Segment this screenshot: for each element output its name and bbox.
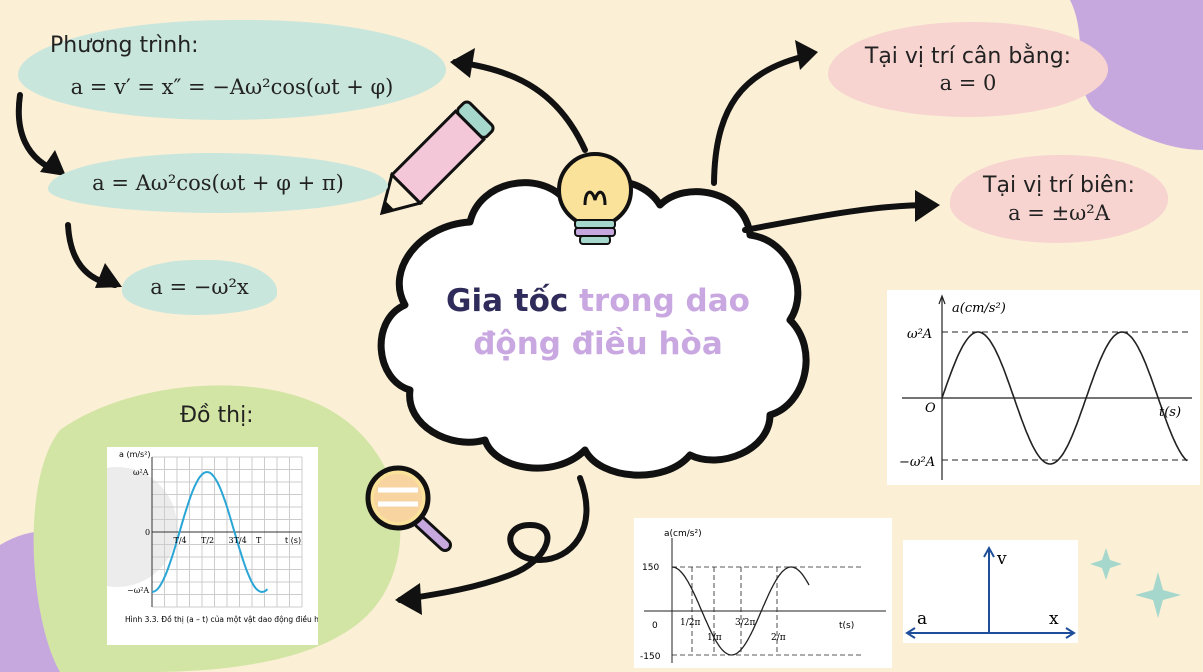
graph-label: Đồ thị: bbox=[180, 403, 254, 428]
chart-textbook: a (m/s²) t (s) ω²A 0 −ω²A T/4 T/2 3T/4 T Hì… bbox=[107, 447, 318, 645]
vector-v-label: v bbox=[996, 549, 1007, 569]
extreme-label: Tại vị trí biên: bbox=[983, 173, 1135, 199]
c2-ytick-bot: −ω²A bbox=[899, 455, 935, 470]
c1-ylabel: a (m/s²) bbox=[119, 450, 151, 459]
chart-sine-svg: a(cm/s²) t(s) ω²A O −ω²A bbox=[899, 294, 1192, 480]
vector-x-label: x bbox=[1049, 609, 1059, 629]
c3-ytick-mid: 0 bbox=[652, 621, 658, 631]
c1-xtick: 3T/4 bbox=[229, 536, 247, 545]
c1-xtick: T bbox=[256, 536, 262, 545]
equation-3: a = −ω²x bbox=[150, 275, 249, 300]
equilibrium-bubble: Tại vị trí cân bằng: a = 0 bbox=[828, 22, 1108, 117]
c2-ylabel: a(cm/s²) bbox=[952, 301, 1006, 316]
c3-ytick-top: 150 bbox=[642, 563, 659, 573]
equation-1: a = v′ = x″ = −Aω²cos(ωt + φ) bbox=[70, 74, 394, 99]
vector-a-label: a bbox=[917, 609, 927, 629]
equation-label: Phương trình: bbox=[50, 33, 199, 58]
equation-bubble-3: a = −ω²x bbox=[122, 260, 277, 315]
c3-ylabel: a(cm/s²) bbox=[664, 529, 702, 539]
c1-ytick-top: ω²A bbox=[133, 468, 149, 477]
chart-150-svg: a(cm/s²) t(s) 150 0 -150 1/2π 1/π 3/2π 2… bbox=[640, 529, 886, 663]
equation-bubble-2: a = Aω²cos(ωt + φ + π) bbox=[48, 153, 388, 213]
c1-xtick: T/4 bbox=[174, 536, 187, 545]
c2-ytick-top: ω²A bbox=[907, 327, 932, 342]
extreme-value: a = ±ω²A bbox=[1008, 200, 1110, 225]
equation-2: a = Aω²cos(ωt + φ + π) bbox=[92, 170, 344, 195]
title-part1: Gia tốc bbox=[446, 283, 569, 319]
c1-xtick: T/2 bbox=[201, 536, 214, 545]
c1-xlabel: t (s) bbox=[285, 536, 301, 545]
c1-ytick-bot: −ω²A bbox=[127, 586, 149, 595]
c3-xtick-1: 1/2π bbox=[680, 618, 700, 628]
c3-xlabel: t(s) bbox=[839, 621, 854, 631]
c2-xlabel: t(s) bbox=[1159, 405, 1181, 420]
c3-ytick-bot: -150 bbox=[640, 652, 661, 662]
vector-svg: v a x bbox=[905, 545, 1076, 639]
c2-ytick-mid: O bbox=[925, 401, 936, 416]
extreme-bubble: Tại vị trí biên: a = ±ω²A bbox=[950, 155, 1168, 243]
chart-textbook-svg: a (m/s²) t (s) ω²A 0 −ω²A T/4 T/2 3T/4 T Hì… bbox=[107, 450, 318, 624]
chart-amplitude-150: a(cm/s²) t(s) 150 0 -150 1/2π 1/π 3/2π 2… bbox=[634, 518, 892, 668]
vector-diagram: v a x bbox=[903, 540, 1078, 643]
equilibrium-label: Tại vị trí cân bằng: bbox=[864, 43, 1072, 69]
equation-bubble-1: Phương trình: a = v′ = x″ = −Aω²cos(ωt +… bbox=[18, 20, 446, 120]
c3-xtick-3: 3/2π bbox=[735, 618, 755, 628]
equilibrium-value: a = 0 bbox=[939, 71, 997, 96]
c1-ytick-mid: 0 bbox=[145, 528, 150, 537]
chart-sine: a(cm/s²) t(s) ω²A O −ω²A bbox=[887, 290, 1200, 485]
c1-caption: Hình 3.3. Đồ thị (a – t) của một vật dao… bbox=[125, 615, 318, 624]
c3-xtick-4: 2/π bbox=[771, 633, 786, 643]
c3-xtick-2: 1/π bbox=[707, 633, 722, 643]
center-title: Gia tốc trong dao động điều hòa bbox=[398, 280, 798, 366]
